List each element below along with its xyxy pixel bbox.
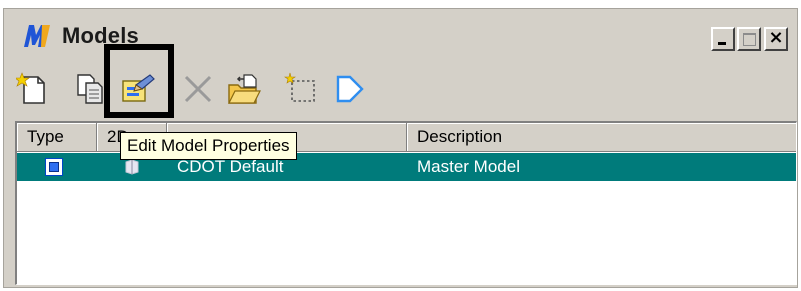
design-model-icon (45, 158, 63, 176)
create-model-icon[interactable] (16, 71, 52, 107)
filter-icon[interactable] (330, 71, 366, 107)
close-button[interactable]: × (764, 27, 788, 51)
column-header-description[interactable]: Description (407, 123, 796, 151)
2d-model-icon (125, 159, 139, 175)
select-dependent-icon[interactable] (284, 71, 320, 107)
microstation-logo-icon (24, 25, 50, 47)
tooltip: Edit Model Properties (120, 132, 297, 160)
import-model-icon[interactable] (226, 71, 262, 107)
highlight-box (104, 44, 174, 118)
delete-model-icon[interactable] (180, 71, 216, 107)
column-header-type[interactable]: Type (17, 123, 97, 151)
copy-model-icon[interactable] (72, 71, 108, 107)
model-description-cell: Master Model (417, 157, 520, 176)
maximize-button[interactable] (737, 27, 761, 51)
minimize-button[interactable] (711, 27, 735, 51)
